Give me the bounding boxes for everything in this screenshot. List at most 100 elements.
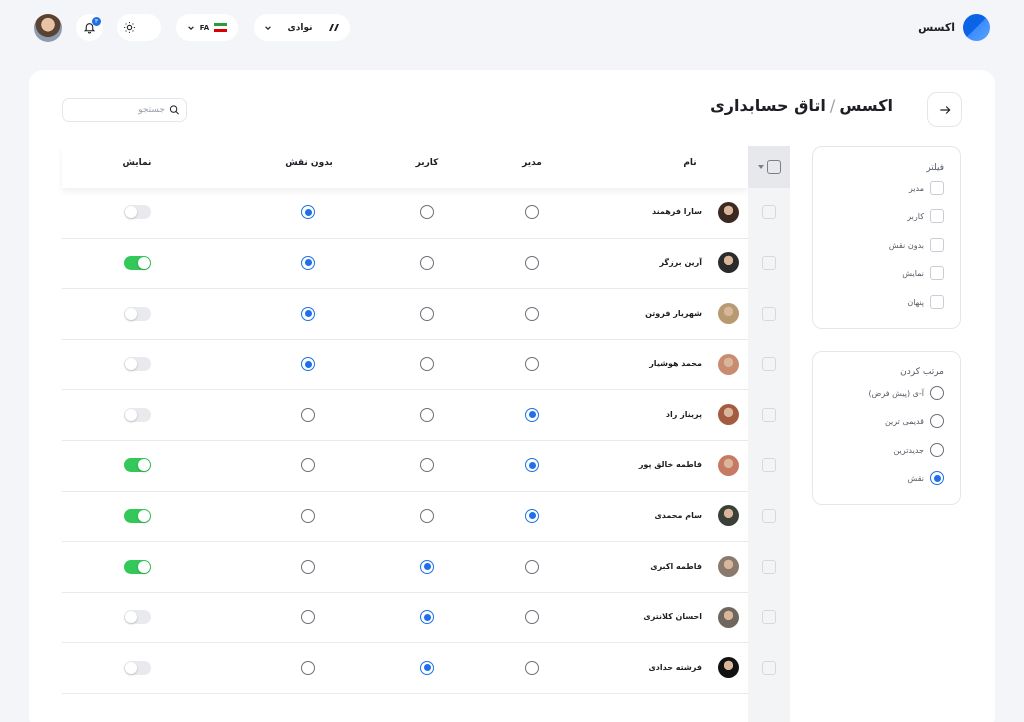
role-radio-none[interactable] xyxy=(301,458,315,473)
role-radio-none[interactable] xyxy=(301,610,315,625)
row-checkbox[interactable] xyxy=(762,306,776,321)
role-radio-none[interactable] xyxy=(301,357,315,372)
search-input[interactable] xyxy=(69,105,165,115)
role-radio-user[interactable] xyxy=(420,306,434,321)
role-radio-admin[interactable] xyxy=(525,559,539,574)
sort-option-role[interactable]: نقش xyxy=(908,471,944,485)
row-checkbox[interactable] xyxy=(762,458,776,473)
role-radio-none[interactable] xyxy=(301,306,315,321)
row-checkbox[interactable] xyxy=(762,610,776,625)
row-checkbox[interactable] xyxy=(762,660,776,675)
checkbox[interactable] xyxy=(930,295,944,309)
role-radio-admin[interactable] xyxy=(525,660,539,675)
role-radio-user[interactable] xyxy=(420,407,434,422)
checkbox[interactable] xyxy=(930,238,944,252)
breadcrumb-root[interactable]: اکسس xyxy=(839,96,893,115)
visibility-toggle[interactable] xyxy=(124,306,151,321)
avatar xyxy=(718,404,739,426)
role-radio-admin[interactable] xyxy=(525,205,539,220)
sort-option-alpha[interactable]: آ-ی (پیش فرض) xyxy=(869,386,944,400)
row-checkbox[interactable] xyxy=(762,205,776,220)
sort-option-newest[interactable]: جدیدترین xyxy=(893,443,944,457)
notifications-button[interactable]: ۳ xyxy=(76,14,103,41)
role-radio-admin[interactable] xyxy=(525,255,539,270)
visibility-toggle[interactable] xyxy=(124,205,151,220)
caret-down-icon xyxy=(757,165,764,169)
chevron-down-icon xyxy=(265,25,271,30)
user-name: احسان کلانتری xyxy=(643,612,702,622)
checkbox[interactable] xyxy=(930,266,944,280)
select-all-checkbox[interactable] xyxy=(766,160,781,174)
visibility-toggle[interactable] xyxy=(124,610,151,625)
select-all[interactable] xyxy=(748,146,790,188)
page-title: اکسس / اتاق حسابداری xyxy=(710,96,893,115)
brand[interactable]: اکسس xyxy=(918,14,990,41)
radio[interactable] xyxy=(930,414,944,428)
site-select[interactable]: نوادی xyxy=(254,14,350,41)
role-radio-admin[interactable] xyxy=(525,357,539,372)
filter-option-user[interactable]: کاربر xyxy=(907,209,944,223)
back-button[interactable] xyxy=(927,92,962,127)
visibility-toggle[interactable] xyxy=(124,508,151,523)
role-radio-user[interactable] xyxy=(420,255,434,270)
visibility-toggle[interactable] xyxy=(124,458,151,473)
filter-option-admin[interactable]: مدیر xyxy=(909,181,944,195)
row-checkbox[interactable] xyxy=(762,255,776,270)
main-card: اکسس / اتاق حسابداری فیلتر مدیر کاربر بد… xyxy=(29,70,995,722)
visibility-toggle[interactable] xyxy=(124,407,151,422)
avatar xyxy=(718,505,739,527)
role-radio-user[interactable] xyxy=(420,205,434,220)
radio[interactable] xyxy=(930,386,944,400)
checkbox[interactable] xyxy=(930,181,944,195)
role-radio-none[interactable] xyxy=(301,660,315,675)
role-radio-user[interactable] xyxy=(420,559,434,574)
role-radio-none[interactable] xyxy=(301,205,315,220)
role-radio-user[interactable] xyxy=(420,508,434,523)
visibility-toggle[interactable] xyxy=(124,660,151,675)
row-divider xyxy=(62,288,748,290)
radio[interactable] xyxy=(930,443,944,457)
filter-option-hidden[interactable]: پنهان xyxy=(907,295,944,309)
role-radio-admin[interactable] xyxy=(525,508,539,523)
search-box[interactable] xyxy=(62,98,187,122)
row-checkbox[interactable] xyxy=(762,407,776,422)
role-radio-admin[interactable] xyxy=(525,458,539,473)
role-radio-none[interactable] xyxy=(301,255,315,270)
avatar xyxy=(718,201,739,223)
role-radio-admin[interactable] xyxy=(525,306,539,321)
role-radio-user[interactable] xyxy=(420,357,434,372)
row-checkbox[interactable] xyxy=(762,357,776,372)
role-radio-user[interactable] xyxy=(420,660,434,675)
role-radio-none[interactable] xyxy=(301,559,315,574)
column-header-name: نام xyxy=(683,158,697,168)
avatar xyxy=(718,657,739,679)
row-divider xyxy=(62,440,748,441)
user-name: سام محمدی xyxy=(654,510,702,520)
role-radio-admin[interactable] xyxy=(525,610,539,625)
visibility-toggle[interactable] xyxy=(124,255,151,270)
role-radio-none[interactable] xyxy=(301,508,315,523)
language-select[interactable]: FA xyxy=(176,14,238,41)
visibility-toggle[interactable] xyxy=(124,559,151,574)
row-checkbox[interactable] xyxy=(762,508,776,523)
sort-panel: مرتب کردن آ-ی (پیش فرض) قدیمی ترین جدیدت… xyxy=(812,351,961,505)
user-name: شهریار فروتن xyxy=(645,308,702,318)
select-column xyxy=(748,146,790,722)
visibility-toggle[interactable] xyxy=(124,357,151,372)
user-avatar[interactable] xyxy=(34,14,62,42)
column-header-user: کاربر xyxy=(415,158,439,168)
user-name: سارا فرهمند xyxy=(651,207,702,217)
checkbox[interactable] xyxy=(930,209,944,223)
row-checkbox[interactable] xyxy=(762,559,776,574)
user-name: محمد هوشیار xyxy=(649,359,702,369)
filter-option-no-role[interactable]: بدون نقش xyxy=(889,238,944,252)
role-radio-none[interactable] xyxy=(301,407,315,422)
row-divider xyxy=(62,541,748,543)
radio[interactable] xyxy=(930,471,944,485)
sort-option-oldest[interactable]: قدیمی ترین xyxy=(885,414,944,428)
theme-toggle[interactable] xyxy=(117,14,161,41)
role-radio-user[interactable] xyxy=(420,610,434,625)
role-radio-admin[interactable] xyxy=(525,407,539,422)
filter-option-visible[interactable]: نمایش xyxy=(902,266,944,280)
role-radio-user[interactable] xyxy=(420,458,434,473)
